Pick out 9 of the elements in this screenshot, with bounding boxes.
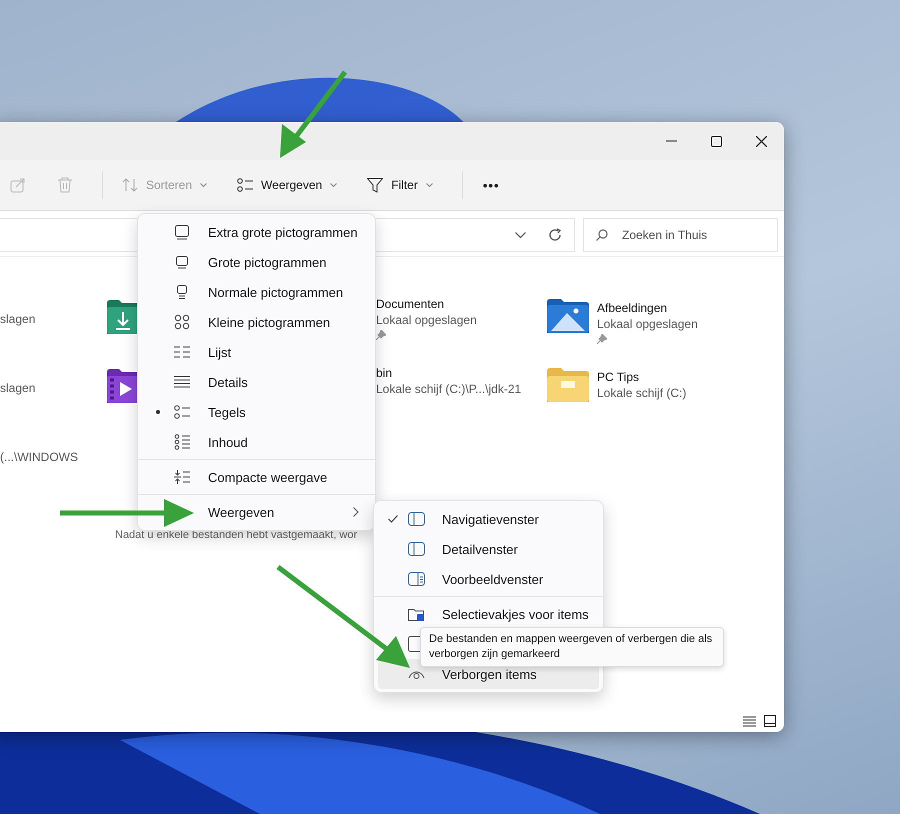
empty-hint-text: Nadat u enkele bestanden hebt vastgemaakt, wor [115,529,358,541]
file-location: (...\WINDOWS [0,449,78,465]
tooltip: De bestanden en mappen weergeven of verbergen die als verborgen zijn gemarkeerd [420,627,724,667]
file-location: slagen [0,311,36,327]
file-location: Lokaal opgeslagen [597,316,698,332]
file-location: Lokale schijf (C:)\P...\jdk-21 [376,381,522,397]
file-location: Lokaal opgeslagen [376,312,477,328]
file-location: Lokale schijf (C:) [597,385,686,401]
file-location: slagen [0,380,36,396]
